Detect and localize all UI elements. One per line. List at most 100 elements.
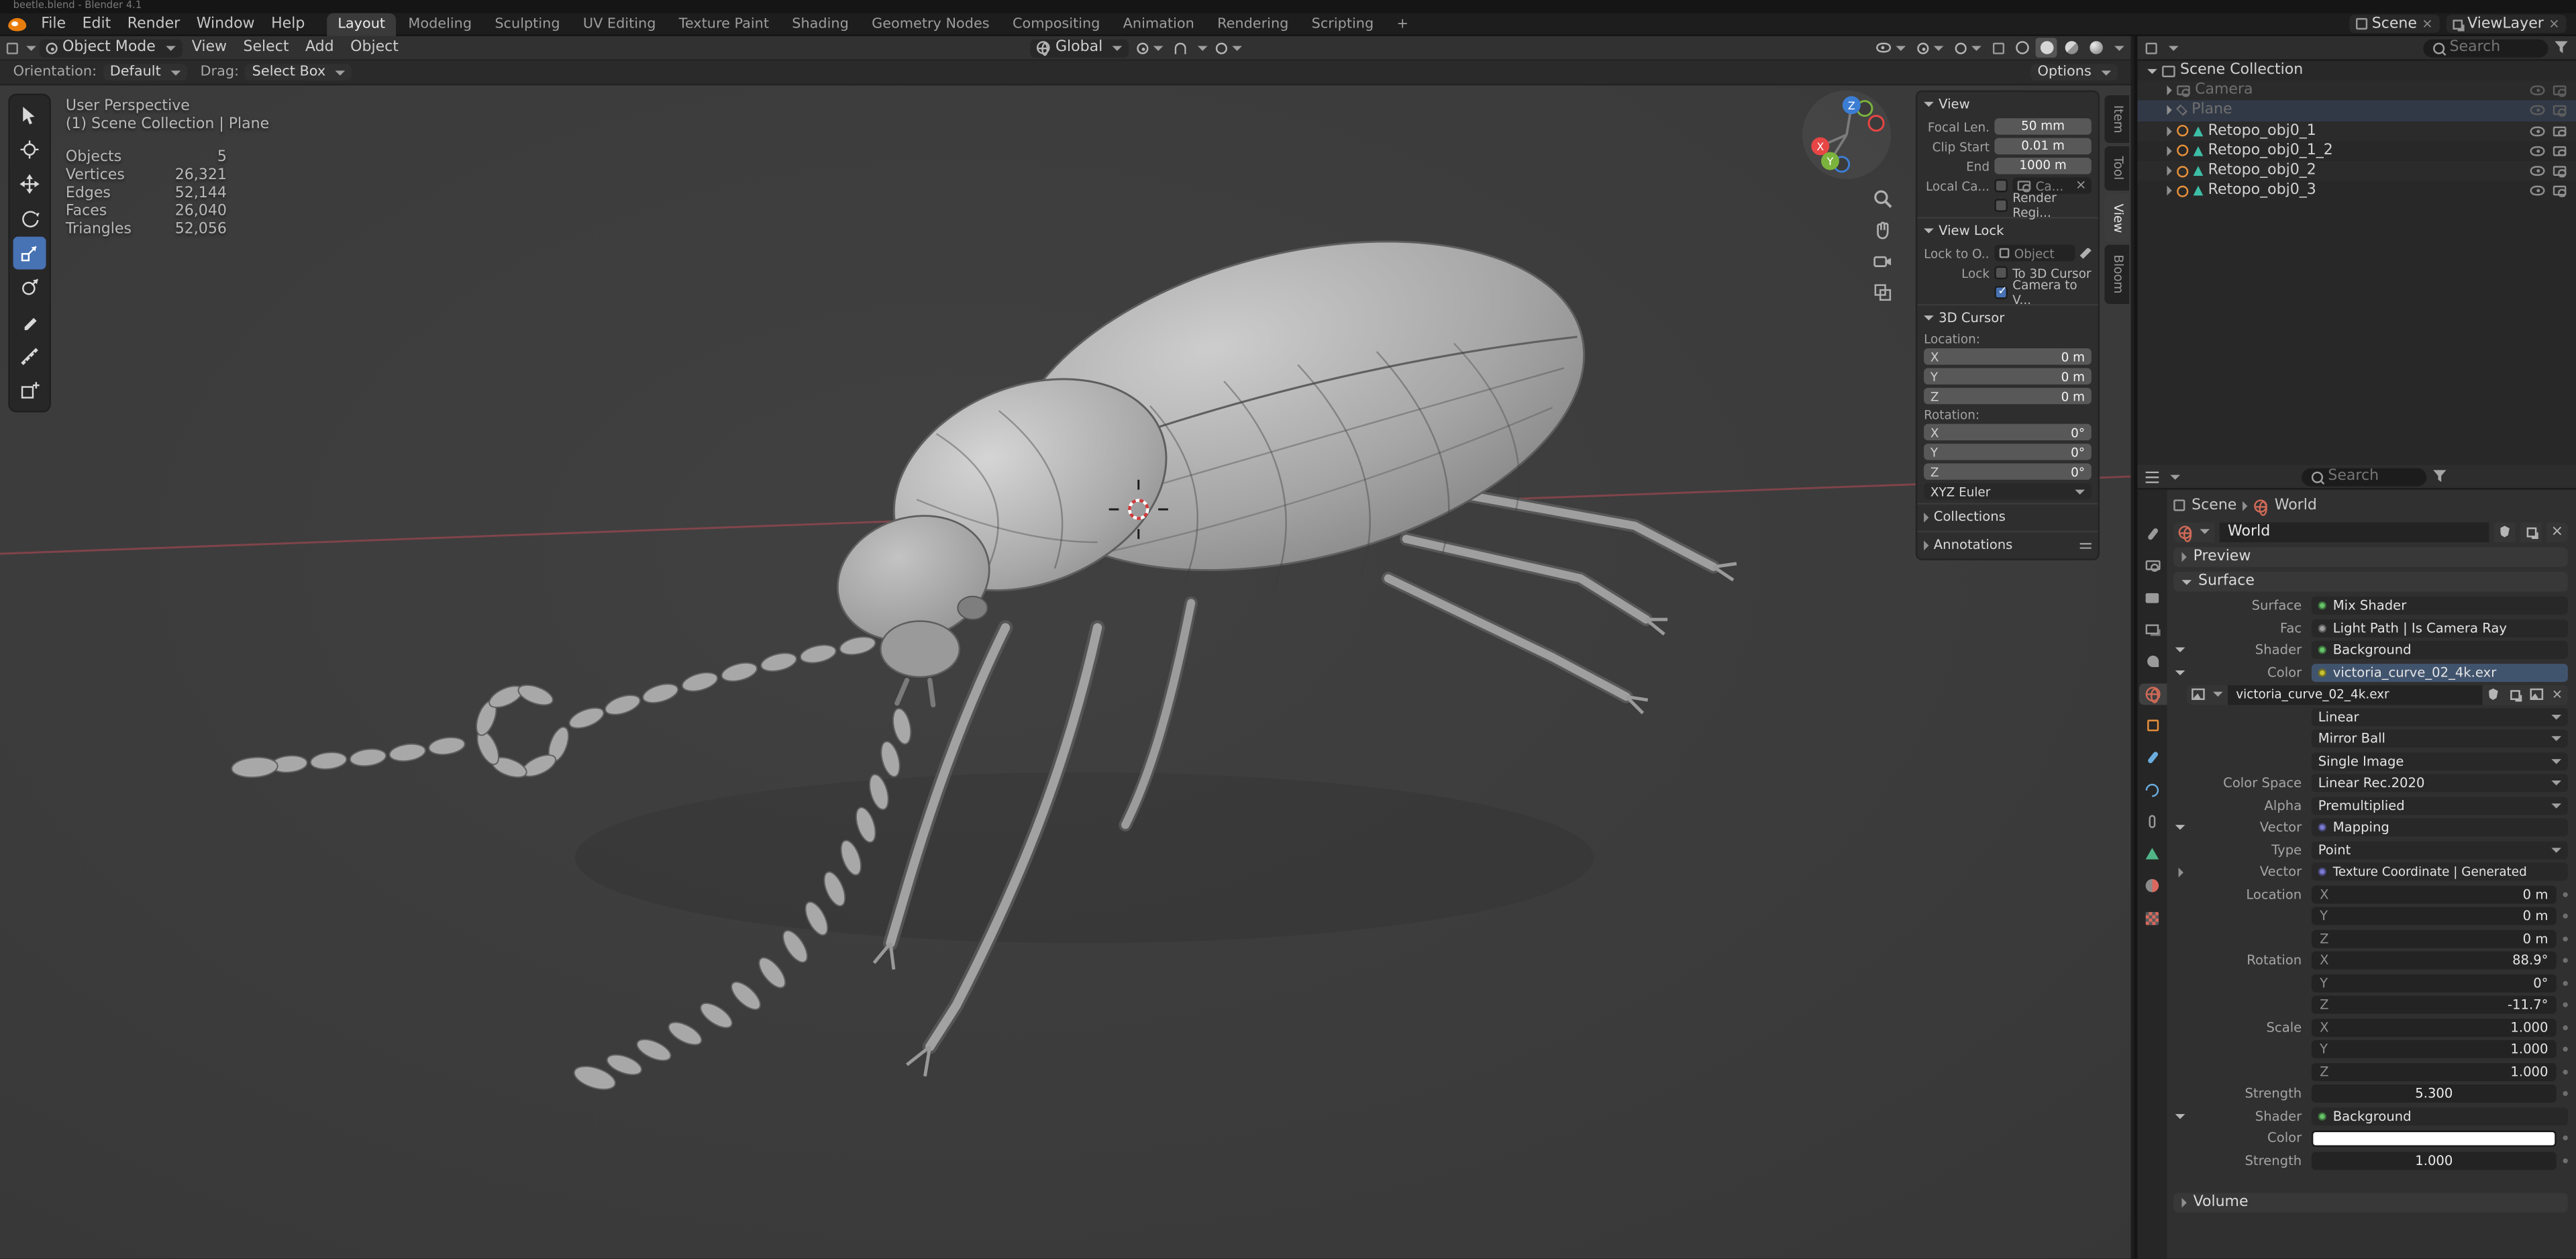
image-fake-user-button[interactable]	[2482, 684, 2504, 705]
tab-constraints[interactable]	[2139, 811, 2167, 832]
pan-hand-icon[interactable]	[1871, 219, 1894, 242]
move-tool[interactable]	[13, 168, 46, 201]
eyedropper-icon[interactable]	[2079, 247, 2092, 259]
zoom-icon[interactable]	[1871, 187, 1894, 210]
scale-y-field[interactable]: Y 1.000	[2311, 1040, 2557, 1058]
fac-value-field[interactable]: Light Path | Is Camera Ray	[2311, 618, 2568, 637]
rotation-z-field[interactable]: Z -11.7°	[2311, 995, 2557, 1014]
menu-viewport-add[interactable]: Add	[299, 40, 340, 56]
menu-file[interactable]: File	[33, 15, 74, 32]
sidebar-tab-tool[interactable]: Tool	[2104, 146, 2130, 191]
cursor-3d-header[interactable]: 3D Cursor	[1917, 303, 2098, 329]
properties-editor-icon[interactable]	[2145, 470, 2159, 483]
menu-render[interactable]: Render	[119, 15, 189, 32]
shader1-value-field[interactable]: Background	[2311, 640, 2568, 659]
options-dropdown[interactable]: Options	[2030, 64, 2118, 81]
workspace-tab-geometry-nodes[interactable]: Geometry Nodes	[860, 12, 1001, 35]
sidebar-tab-item[interactable]: Item	[2104, 95, 2130, 144]
menu-window[interactable]: Window	[188, 15, 262, 32]
tab-object[interactable]	[2139, 715, 2167, 736]
workspace-tab-animation[interactable]: Animation	[1112, 12, 1206, 35]
properties-search[interactable]	[2302, 467, 2427, 486]
hide-eye-icon[interactable]	[2530, 86, 2545, 96]
properties-search-input[interactable]	[2328, 468, 2417, 485]
cursor-tool[interactable]	[13, 133, 46, 166]
cursor-rot-x-field[interactable]: X 0°	[1924, 423, 2092, 441]
snap-toggle[interactable]	[1170, 38, 1190, 57]
properties-editor-caret-icon[interactable]	[2170, 474, 2181, 479]
camera-view-icon[interactable]	[1871, 250, 1894, 272]
decorator-dot-icon[interactable]	[2563, 1024, 2568, 1029]
tab-world[interactable]	[2138, 683, 2167, 705]
workspace-tab-modeling[interactable]: Modeling	[397, 12, 483, 35]
annotate-tool[interactable]	[13, 305, 46, 338]
collapse-icon[interactable]	[2175, 825, 2185, 830]
display-mode-caret-icon[interactable]	[2168, 45, 2179, 50]
collapse-icon[interactable]	[2175, 1113, 2185, 1119]
orientation-setting-dropdown[interactable]: Default	[103, 64, 187, 81]
workspace-tab-layout[interactable]: Layout	[326, 12, 397, 36]
render-visibility-icon[interactable]	[2553, 105, 2567, 117]
volume-panel-header[interactable]: Volume	[2173, 1192, 2568, 1212]
tab-scene[interactable]	[2139, 651, 2167, 672]
scene-selector[interactable]: Scene ×	[2349, 15, 2440, 33]
unlink-viewlayer-icon[interactable]: ×	[2548, 16, 2559, 31]
scale-x-field[interactable]: X 1.000	[2311, 1017, 2557, 1036]
perspective-toggle-icon[interactable]	[1871, 281, 1894, 304]
render-region-checkbox[interactable]	[1994, 199, 2008, 212]
outliner-row-retopo-obj0-2[interactable]: Retopo_obj0_2	[2137, 160, 2576, 181]
collections-header[interactable]: Collections	[1917, 503, 2098, 527]
clip-end-field[interactable]: 1000 m	[1994, 158, 2092, 174]
tab-render[interactable]	[2139, 554, 2167, 576]
image-browse-button[interactable]	[2186, 684, 2228, 705]
shading-wireframe-button[interactable]	[2011, 38, 2032, 57]
tab-physics[interactable]	[2139, 779, 2167, 801]
n-panel-view-header[interactable]: View	[1917, 92, 2098, 115]
tab-tool[interactable]	[2139, 523, 2167, 544]
menu-viewport-select[interactable]: Select	[237, 40, 296, 56]
add-cube-tool[interactable]	[13, 374, 46, 407]
decorator-dot-icon[interactable]	[2563, 1091, 2568, 1097]
render-visibility-icon[interactable]	[2553, 186, 2567, 197]
blender-logo-icon[interactable]	[8, 17, 27, 31]
alpha-dropdown[interactable]: Premultiplied	[2311, 796, 2568, 815]
render-visibility-icon[interactable]	[2553, 146, 2567, 157]
menu-viewport-object[interactable]: Object	[344, 40, 405, 56]
hide-eye-icon[interactable]	[2530, 105, 2545, 116]
euler-mode-dropdown[interactable]: XYZ Euler	[1924, 483, 2092, 500]
new-world-button[interactable]	[2520, 521, 2542, 542]
collapse-icon[interactable]	[2175, 647, 2185, 653]
rotate-tool[interactable]	[13, 202, 46, 235]
vector1-value-field[interactable]: Mapping	[2311, 818, 2568, 837]
clip-start-field[interactable]: 0.01 m	[1994, 138, 2092, 155]
workspace-tab-texture-paint[interactable]: Texture Paint	[668, 12, 781, 35]
decorator-dot-icon[interactable]	[2563, 1157, 2568, 1163]
decorator-dot-icon[interactable]	[2563, 958, 2568, 963]
shading-rendered-button[interactable]	[2085, 38, 2106, 57]
shading-material-button[interactable]	[2060, 38, 2081, 57]
tab-modifiers[interactable]	[2139, 747, 2167, 768]
beetle-far-legs[interactable]	[1382, 478, 1737, 715]
lock-to-object-field[interactable]: Object	[1994, 244, 2075, 262]
render-visibility-icon[interactable]	[2553, 166, 2567, 177]
decorator-dot-icon[interactable]	[2563, 1135, 2568, 1141]
outliner-row-camera[interactable]: Camera	[2137, 81, 2576, 101]
source-dropdown[interactable]: Single Image	[2311, 752, 2568, 770]
image-copy-button[interactable]	[2504, 684, 2526, 705]
world-browse-button[interactable]	[2173, 521, 2215, 542]
drag-setting-dropdown[interactable]: Select Box	[245, 64, 352, 81]
collapse-icon[interactable]	[2175, 669, 2185, 675]
decorator-dot-icon[interactable]	[2563, 1046, 2568, 1052]
workspace-tab-sculpting[interactable]: Sculpting	[483, 12, 571, 35]
view-lock-header[interactable]: View Lock	[1917, 217, 2098, 242]
filter-icon[interactable]	[2555, 41, 2568, 54]
outliner-row-retopo-obj0-1-2[interactable]: Retopo_obj0_1_2	[2137, 141, 2576, 161]
decorator-dot-icon[interactable]	[2563, 980, 2568, 985]
overlays-dropdown[interactable]	[1950, 38, 1984, 57]
editor-type-icon[interactable]	[6, 42, 18, 54]
workspace-tab-compositing[interactable]: Compositing	[1001, 12, 1112, 35]
menu-help[interactable]: Help	[263, 15, 313, 32]
preview-panel-header[interactable]: Preview	[2173, 547, 2568, 567]
hide-eye-icon[interactable]	[2530, 186, 2545, 196]
decorator-dot-icon[interactable]	[2563, 891, 2568, 897]
